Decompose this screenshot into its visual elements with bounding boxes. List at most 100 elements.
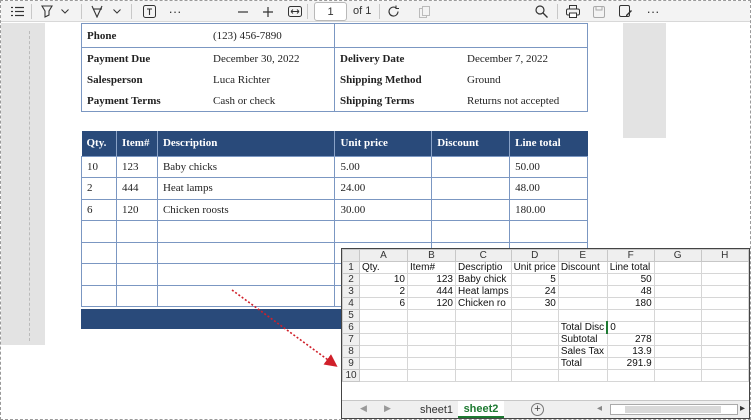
- sheet-cell[interactable]: Total Disc: [557, 321, 608, 334]
- sheet-cell[interactable]: [510, 309, 559, 322]
- column-header-d[interactable]: D: [510, 249, 559, 262]
- sheet-cell[interactable]: [407, 333, 456, 346]
- tab-scroll-right-icon[interactable]: ▶: [384, 403, 391, 414]
- add-sheet-icon[interactable]: +: [531, 403, 544, 416]
- sheet-cell[interactable]: [407, 321, 456, 334]
- sheet-cell[interactable]: Descriptio: [455, 261, 512, 274]
- sheet-cell[interactable]: [359, 309, 408, 322]
- sheet-cell[interactable]: 5: [510, 273, 559, 286]
- sheet-cell[interactable]: [653, 261, 702, 274]
- sheet-cell[interactable]: [455, 345, 512, 358]
- sheet-cell[interactable]: [557, 285, 608, 298]
- sheet-cell[interactable]: 13.9: [606, 345, 655, 358]
- sheet-cell[interactable]: [653, 297, 702, 310]
- row-header[interactable]: 8: [342, 345, 360, 358]
- sheet-tab-sheet2[interactable]: sheet2: [458, 401, 504, 418]
- sheet-cell[interactable]: [700, 261, 749, 274]
- sheet-cell[interactable]: [359, 321, 408, 334]
- column-header-g[interactable]: G: [653, 249, 702, 262]
- sheet-cell[interactable]: 30: [510, 297, 559, 310]
- sheet-cell[interactable]: [700, 369, 749, 382]
- sheet-cell[interactable]: [653, 357, 702, 370]
- sheet-cell[interactable]: 444: [407, 285, 456, 298]
- row-header[interactable]: 3: [342, 285, 360, 298]
- sheet-cell[interactable]: [653, 273, 702, 286]
- sheet-cell[interactable]: [407, 369, 456, 382]
- column-header-f[interactable]: F: [606, 249, 655, 262]
- sheet-cell[interactable]: [700, 357, 749, 370]
- sheet-cell[interactable]: 180: [606, 297, 655, 310]
- sheet-cell[interactable]: [653, 333, 702, 346]
- sheet-cell[interactable]: 0: [606, 321, 655, 334]
- sheet-cell[interactable]: [407, 345, 456, 358]
- sheet-cell[interactable]: [700, 309, 749, 322]
- sheet-cell[interactable]: 48: [606, 285, 655, 298]
- sheet-cell[interactable]: [510, 321, 559, 334]
- sheet-cell[interactable]: [359, 357, 408, 370]
- sheet-cell[interactable]: 6: [359, 297, 408, 310]
- sheet-cell[interactable]: Baby chick: [455, 273, 512, 286]
- sheet-cell[interactable]: [359, 333, 408, 346]
- sheet-cell[interactable]: [557, 297, 608, 310]
- row-header[interactable]: 7: [342, 333, 360, 346]
- sheet-cell[interactable]: Sales Tax: [557, 345, 608, 358]
- sheet-cell[interactable]: 278: [606, 333, 655, 346]
- sheet-cell[interactable]: Item#: [407, 261, 456, 274]
- sheet-cell[interactable]: 291.9: [606, 357, 655, 370]
- sheet-cell[interactable]: [653, 285, 702, 298]
- row-header[interactable]: 9: [342, 357, 360, 370]
- sheet-cell[interactable]: [510, 357, 559, 370]
- column-header-b[interactable]: B: [407, 249, 456, 262]
- column-header-a[interactable]: A: [359, 249, 408, 262]
- tab-scroll-left-icon[interactable]: ◀: [360, 403, 367, 414]
- sheet-cell[interactable]: [653, 321, 702, 334]
- sheet-cell[interactable]: 2: [359, 285, 408, 298]
- sheet-tab-sheet1[interactable]: sheet1: [416, 401, 457, 418]
- row-header[interactable]: 10: [342, 369, 360, 382]
- sheet-cell[interactable]: [455, 357, 512, 370]
- sheet-cell[interactable]: [359, 369, 408, 382]
- row-header[interactable]: 2: [342, 273, 360, 286]
- sheet-cell[interactable]: Heat lamps: [455, 285, 512, 298]
- sheet-cell[interactable]: [700, 345, 749, 358]
- sheet-cell[interactable]: Subtotal: [557, 333, 608, 346]
- sheet-cell[interactable]: Total: [557, 357, 608, 370]
- sheet-cell[interactable]: 123: [407, 273, 456, 286]
- sheet-cell[interactable]: [455, 333, 512, 346]
- sheet-cell[interactable]: [455, 309, 512, 322]
- sheet-cell[interactable]: Qty.: [359, 261, 408, 274]
- column-header-h[interactable]: H: [700, 249, 749, 262]
- row-header[interactable]: 5: [342, 309, 360, 322]
- sheet-cell[interactable]: Line total: [606, 261, 655, 274]
- sheet-cell[interactable]: [407, 309, 456, 322]
- sheet-cell[interactable]: [700, 273, 749, 286]
- horizontal-scrollbar[interactable]: [610, 404, 738, 415]
- sheet-cell[interactable]: 10: [359, 273, 408, 286]
- sheet-cell[interactable]: 24: [510, 285, 559, 298]
- sheet-cell[interactable]: [557, 273, 608, 286]
- sheet-cell[interactable]: [700, 333, 749, 346]
- sheet-cell[interactable]: Chicken ro: [455, 297, 512, 310]
- sheet-cell[interactable]: [510, 345, 559, 358]
- column-header-e[interactable]: E: [557, 249, 608, 262]
- scroll-left-icon[interactable]: ◂: [597, 403, 602, 414]
- sheet-cell[interactable]: [653, 369, 702, 382]
- row-header[interactable]: 1: [342, 261, 360, 274]
- sheet-cell[interactable]: 50: [606, 273, 655, 286]
- sheet-cell[interactable]: [700, 285, 749, 298]
- sheet-cell[interactable]: [606, 309, 655, 322]
- sheet-cell[interactable]: [606, 369, 655, 382]
- sheet-cell[interactable]: [455, 321, 512, 334]
- scrollbar-thumb[interactable]: [625, 406, 721, 413]
- sheet-cell[interactable]: [510, 333, 559, 346]
- select-all-corner[interactable]: [342, 249, 360, 262]
- column-header-c[interactable]: C: [455, 249, 512, 262]
- sheet-cell[interactable]: [510, 369, 559, 382]
- sheet-cell[interactable]: [557, 309, 608, 322]
- row-header[interactable]: 6: [342, 321, 360, 334]
- sheet-cell[interactable]: [653, 345, 702, 358]
- scroll-right-icon[interactable]: ▸: [740, 403, 745, 414]
- sheet-cell[interactable]: [407, 357, 456, 370]
- sheet-cell[interactable]: [653, 309, 702, 322]
- sheet-cell[interactable]: [700, 321, 749, 334]
